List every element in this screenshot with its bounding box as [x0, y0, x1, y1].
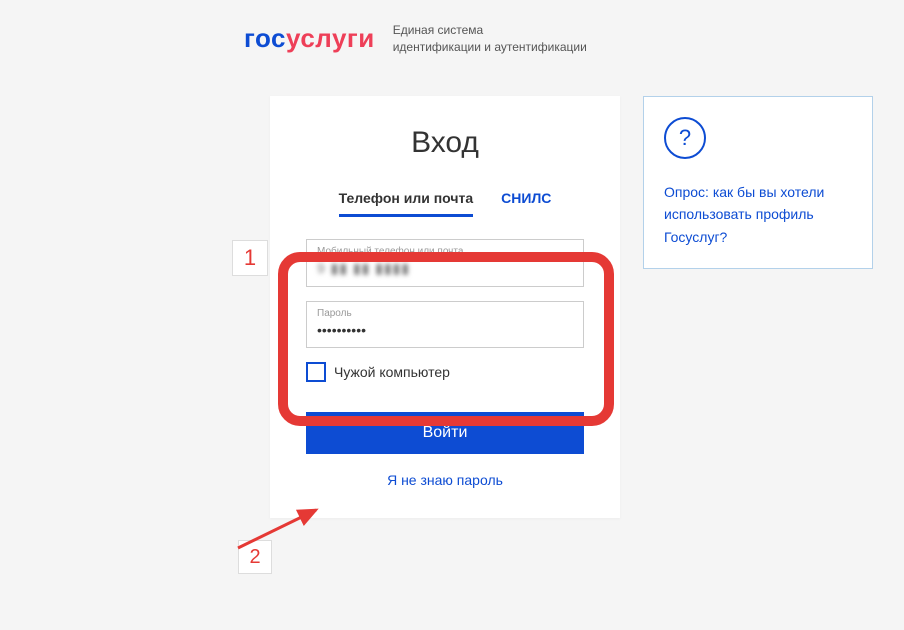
foreign-pc-row: Чужой компьютер — [306, 362, 584, 382]
password-input-group[interactable]: Пароль •••••••••• — [306, 301, 584, 348]
foreign-pc-label: Чужой компьютер — [334, 364, 450, 380]
site-header: госуслуги Единая система идентификации и… — [244, 22, 587, 56]
question-icon: ? — [664, 117, 706, 159]
logo-part-2: услуги — [286, 23, 375, 53]
header-subtitle-line1: Единая система — [393, 22, 587, 39]
password-input[interactable]: •••••••••• — [317, 319, 573, 341]
logo: госуслуги — [244, 23, 375, 54]
header-subtitle-line2: идентификации и аутентификации — [393, 39, 587, 56]
login-title: Вход — [270, 126, 620, 160]
phone-input-label: Мобильный телефон или почта — [317, 246, 573, 257]
forgot-password-link[interactable]: Я не знаю пароль — [270, 472, 620, 488]
password-input-label: Пароль — [317, 308, 573, 319]
header-subtitle: Единая система идентификации и аутентифи… — [393, 22, 587, 56]
foreign-pc-checkbox[interactable] — [306, 362, 326, 382]
phone-input[interactable]: 9 ▮▮ ▮▮ ▮▮▮▮ — [317, 257, 573, 280]
login-button[interactable]: Войти — [306, 412, 584, 454]
tab-snils[interactable]: СНИЛС — [501, 190, 551, 217]
tab-phone-email[interactable]: Телефон или почта — [339, 190, 474, 217]
logo-part-1: гос — [244, 23, 286, 53]
login-tabs: Телефон или почта СНИЛС — [270, 190, 620, 217]
survey-card: ? Опрос: как бы вы хотели использовать п… — [643, 96, 873, 269]
survey-link[interactable]: Опрос: как бы вы хотели использовать про… — [664, 181, 852, 248]
login-card: Вход Телефон или почта СНИЛС Мобильный т… — [270, 96, 620, 518]
annotation-badge-1: 1 — [232, 240, 268, 276]
phone-input-group[interactable]: Мобильный телефон или почта 9 ▮▮ ▮▮ ▮▮▮▮ — [306, 239, 584, 287]
annotation-badge-2: 2 — [238, 540, 272, 574]
